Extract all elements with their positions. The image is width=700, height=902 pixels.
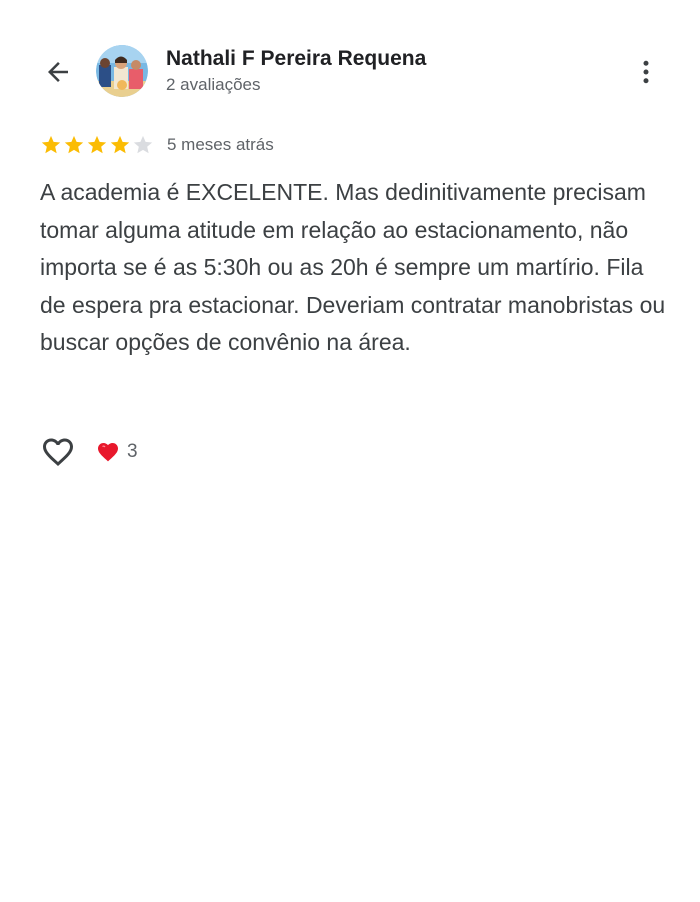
more-options-button[interactable] — [630, 54, 662, 90]
heart-outline-icon — [43, 438, 73, 467]
more-vert-icon — [643, 60, 649, 84]
reaction-summary: 3 — [96, 440, 138, 464]
star-rating — [40, 134, 155, 156]
like-button[interactable] — [40, 434, 76, 470]
review-header: Nathali F Pereira Requena 2 avaliações — [0, 40, 700, 102]
review-actions: 3 — [40, 432, 138, 472]
rating-row: 5 meses atrás — [40, 133, 274, 157]
star-filled-icon — [41, 135, 61, 154]
review-count: 2 avaliações — [166, 75, 261, 94]
review-time: 5 meses atrás — [167, 135, 274, 154]
reaction-count: 3 — [127, 441, 138, 462]
heart-filled-icon — [98, 443, 118, 462]
avatar[interactable] — [96, 45, 148, 97]
arrow-back-icon — [48, 62, 68, 82]
back-button[interactable] — [40, 54, 76, 90]
user-info: Nathali F Pereira Requena 2 avaliações — [166, 46, 426, 97]
star-filled-icon — [64, 135, 84, 154]
star-filled-icon — [110, 135, 130, 154]
star-empty-icon — [133, 135, 153, 154]
user-name[interactable]: Nathali F Pereira Requena — [166, 46, 426, 72]
review-text: A academia é EXCELENTE. Mas dedinitivame… — [40, 179, 666, 355]
star-filled-icon — [87, 135, 107, 154]
